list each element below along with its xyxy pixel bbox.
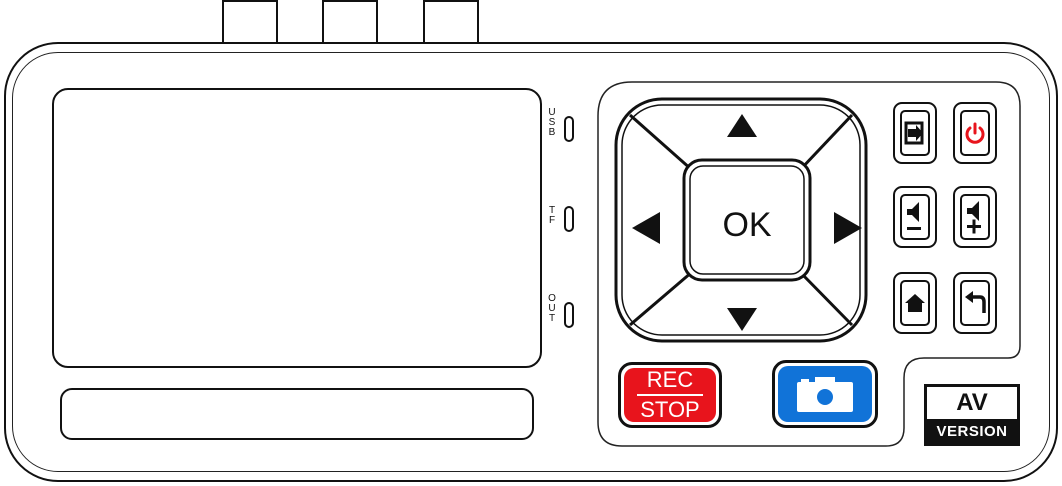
back-arrow-icon: [965, 291, 986, 313]
home-button-face: [900, 280, 930, 326]
capture-device-diagram: U S B T F O U T OK REC STOP AV VERSION: [0, 0, 1062, 486]
power-button[interactable]: [953, 102, 997, 164]
av-label: AV: [956, 389, 988, 416]
input-arrow-icon: [904, 121, 924, 145]
speaker-minus-icon: [907, 202, 921, 230]
snapshot-button-face: [778, 366, 872, 422]
volume-down-button[interactable]: [893, 186, 937, 248]
home-button[interactable]: [893, 272, 937, 334]
power-icon: [965, 122, 985, 144]
ok-button[interactable]: OK: [722, 206, 771, 244]
power-button-face: [960, 110, 990, 156]
stop-label: STOP: [640, 397, 700, 422]
back-button-face: [960, 280, 990, 326]
input-source-button[interactable]: [893, 102, 937, 164]
speaker-plus-icon: [967, 201, 981, 234]
av-version-badge: AV VERSION: [924, 384, 1020, 446]
volume-down-button-face: [900, 194, 930, 240]
rec-label: REC: [646, 367, 694, 392]
rec-stop-button[interactable]: REC STOP: [618, 362, 722, 428]
volume-up-button-face: [960, 194, 990, 240]
back-button[interactable]: [953, 272, 997, 334]
rec-stop-divider: [637, 394, 703, 396]
camera-icon: [797, 377, 853, 412]
input-source-button-face: [900, 110, 930, 156]
rec-stop-button-face: REC STOP: [624, 368, 716, 422]
snapshot-button[interactable]: [772, 360, 878, 428]
volume-up-button[interactable]: [953, 186, 997, 248]
home-icon: [905, 294, 925, 312]
version-label: VERSION: [927, 419, 1017, 443]
